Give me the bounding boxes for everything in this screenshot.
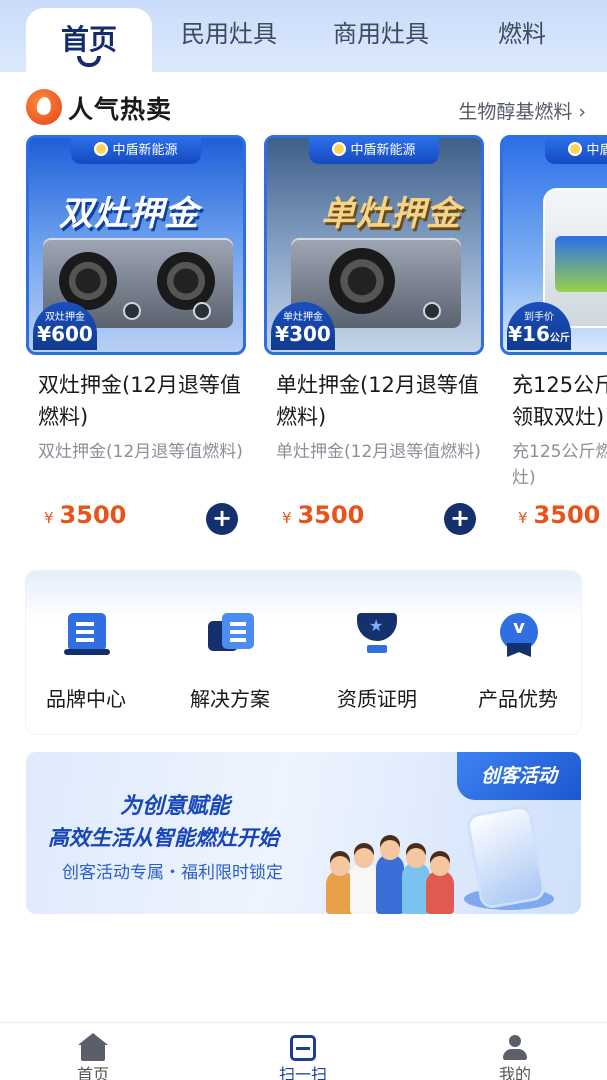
badge-amount: ¥600 [37,322,93,346]
nav-mine[interactable]: 我的 [470,1035,560,1080]
brand-logo-icon [568,142,583,156]
fire-icon [26,89,62,125]
scan-icon [290,1035,316,1061]
quick-link-label: 产品优势 [478,687,558,711]
app-screen: 首页 民用灶具 商用灶具 燃料 人气热卖 生物醇基燃料 › 中盾新能源 双灶押金 [0,0,607,1080]
brand-name: 中盾新能源 [586,143,607,158]
knob-icon [193,302,211,320]
tab-fuel[interactable]: 燃料 [498,14,546,49]
brand-logo-icon [94,142,109,156]
brand-name: 中盾新能源 [350,143,416,158]
badge-caption: 双灶押金 [45,312,85,323]
section-title: 人气热卖 [68,95,173,124]
currency-symbol: ¥ [44,509,54,527]
product-card[interactable]: 中盾新能源 到手价 ¥16公斤 充125公斤燃料(免费领取双灶) 充125公斤燃… [500,135,607,537]
add-to-cart-button[interactable]: + [206,503,238,535]
banner-subtitle: 创客活动专属・福利限时锁定 [62,863,283,883]
brand-label: 中盾新能源 [309,138,439,164]
people-illustration [326,840,456,914]
price-badge: 双灶押金 ¥600元 [33,302,97,350]
brand-name: 中盾新能源 [112,143,178,158]
tab-commercial-stoves[interactable]: 商用灶具 [333,14,429,49]
badge-value: ¥600元 [33,322,97,352]
quick-link-advantages[interactable]: 产品优势 [458,611,578,712]
price-value: 3500 [297,501,365,529]
biofuel-link[interactable]: 生物醇基燃料 › [458,97,586,124]
quick-link-label: 品牌中心 [46,687,126,711]
tab-home[interactable]: 首页 [26,8,152,74]
banner-headline: 为创意赋能 [120,794,231,819]
price-value: 3500 [59,501,127,529]
product-price: ¥3500 + [26,501,248,537]
quick-links-panel: 品牌中心 解决方案 资质证明 产品优势 [26,571,581,734]
medal-icon [494,611,542,659]
person-figure [426,856,454,914]
product-title[interactable]: 充125公斤燃料(免费领取双灶) [500,369,607,433]
book-icon [62,611,110,659]
nav-home-label: 首页 [76,1065,109,1080]
knob-icon [123,302,141,320]
product-description: 充125公斤燃料(免费领取双灶) [512,442,607,488]
user-icon [502,1035,528,1061]
burner-icon [157,252,215,310]
badge-amount: ¥16 [508,322,550,346]
badge-value: ¥300元 [271,322,335,352]
product-image[interactable]: 中盾新能源 到手价 ¥16公斤 [500,135,607,355]
promo-text: 双灶押金 [59,194,199,234]
promo-text: 单灶押金 [321,194,461,234]
add-to-cart-button[interactable]: + [444,503,476,535]
person-figure [376,840,404,914]
person-figure [350,848,378,914]
tab-active-indicator [77,56,101,67]
category-tab-bar: 首页 民用灶具 商用灶具 燃料 [0,0,607,74]
price-value: 3500 [533,501,601,529]
badge-caption: 到手价 [524,312,554,323]
canister-label [555,236,607,292]
quick-link-brand-center[interactable]: 品牌中心 [26,611,146,712]
price-badge: 单灶押金 ¥300元 [271,302,335,350]
hot-sale-header: 人气热卖 生物醇基燃料 › [26,89,586,127]
brand-label: 中盾新能源 [71,138,201,164]
quick-link-label: 资质证明 [337,687,417,711]
nav-scan[interactable]: 扫一扫 [258,1035,348,1080]
brand-label: 中盾新能源 [545,138,607,164]
documents-icon [206,611,254,659]
burner-icon [329,248,395,314]
tab-civil-stoves[interactable]: 民用灶具 [181,14,277,49]
maker-activity-banner[interactable]: 创客活动 为创意赋能 高效生活从智能燃灶开始 创客活动专属・福利限时锁定 [26,752,581,914]
product-card[interactable]: 中盾新能源 单灶押金 单灶押金 ¥300元 单灶押金(12月退等值燃料) 单灶押… [264,135,486,537]
bottom-nav: 首页 扫一扫 我的 [0,1022,607,1080]
product-image[interactable]: 中盾新能源 单灶押金 单灶押金 ¥300元 [264,135,484,355]
trophy-icon [353,611,401,659]
knob-icon [423,302,441,320]
product-image[interactable]: 中盾新能源 双灶押金 双灶押金 ¥600元 [26,135,246,355]
badge-value: ¥16公斤 [507,323,571,350]
product-title[interactable]: 单灶押金(12月退等值燃料) [264,369,486,433]
nav-home[interactable]: 首页 [48,1033,138,1080]
nav-scan-label: 扫一扫 [278,1065,327,1080]
product-card[interactable]: 中盾新能源 双灶押金 双灶押金 ¥600元 双灶押金(12月退等值燃料) 双灶押… [26,135,248,537]
product-description: 双灶押金(12月退等值燃料) [38,442,243,462]
price-badge: 到手价 ¥16公斤 [507,302,571,350]
currency-symbol: ¥ [282,509,292,527]
quick-link-certificates[interactable]: 资质证明 [317,611,437,712]
tab-home-label: 首页 [60,23,117,56]
product-price: ¥3500 + [264,501,486,537]
currency-symbol: ¥ [518,509,528,527]
quick-link-label: 解决方案 [190,687,270,711]
badge-caption: 单灶押金 [283,312,323,323]
brand-logo-icon [332,142,347,156]
badge-amount: ¥300 [275,322,331,346]
product-carousel[interactable]: 中盾新能源 双灶押金 双灶押金 ¥600元 双灶押金(12月退等值燃料) 双灶押… [26,135,607,545]
product-title[interactable]: 双灶押金(12月退等值燃料) [26,369,248,433]
banner-tag: 创客活动 [457,752,581,800]
home-icon [78,1033,108,1061]
nav-mine-label: 我的 [498,1065,531,1080]
product-price: ¥3500 [500,501,607,537]
quick-link-solutions[interactable]: 解决方案 [170,611,290,712]
badge-unit: 公斤 [549,333,570,344]
product-description: 单灶押金(12月退等值燃料) [276,442,481,462]
banner-headline-secondary: 高效生活从智能燃灶开始 [48,826,279,850]
